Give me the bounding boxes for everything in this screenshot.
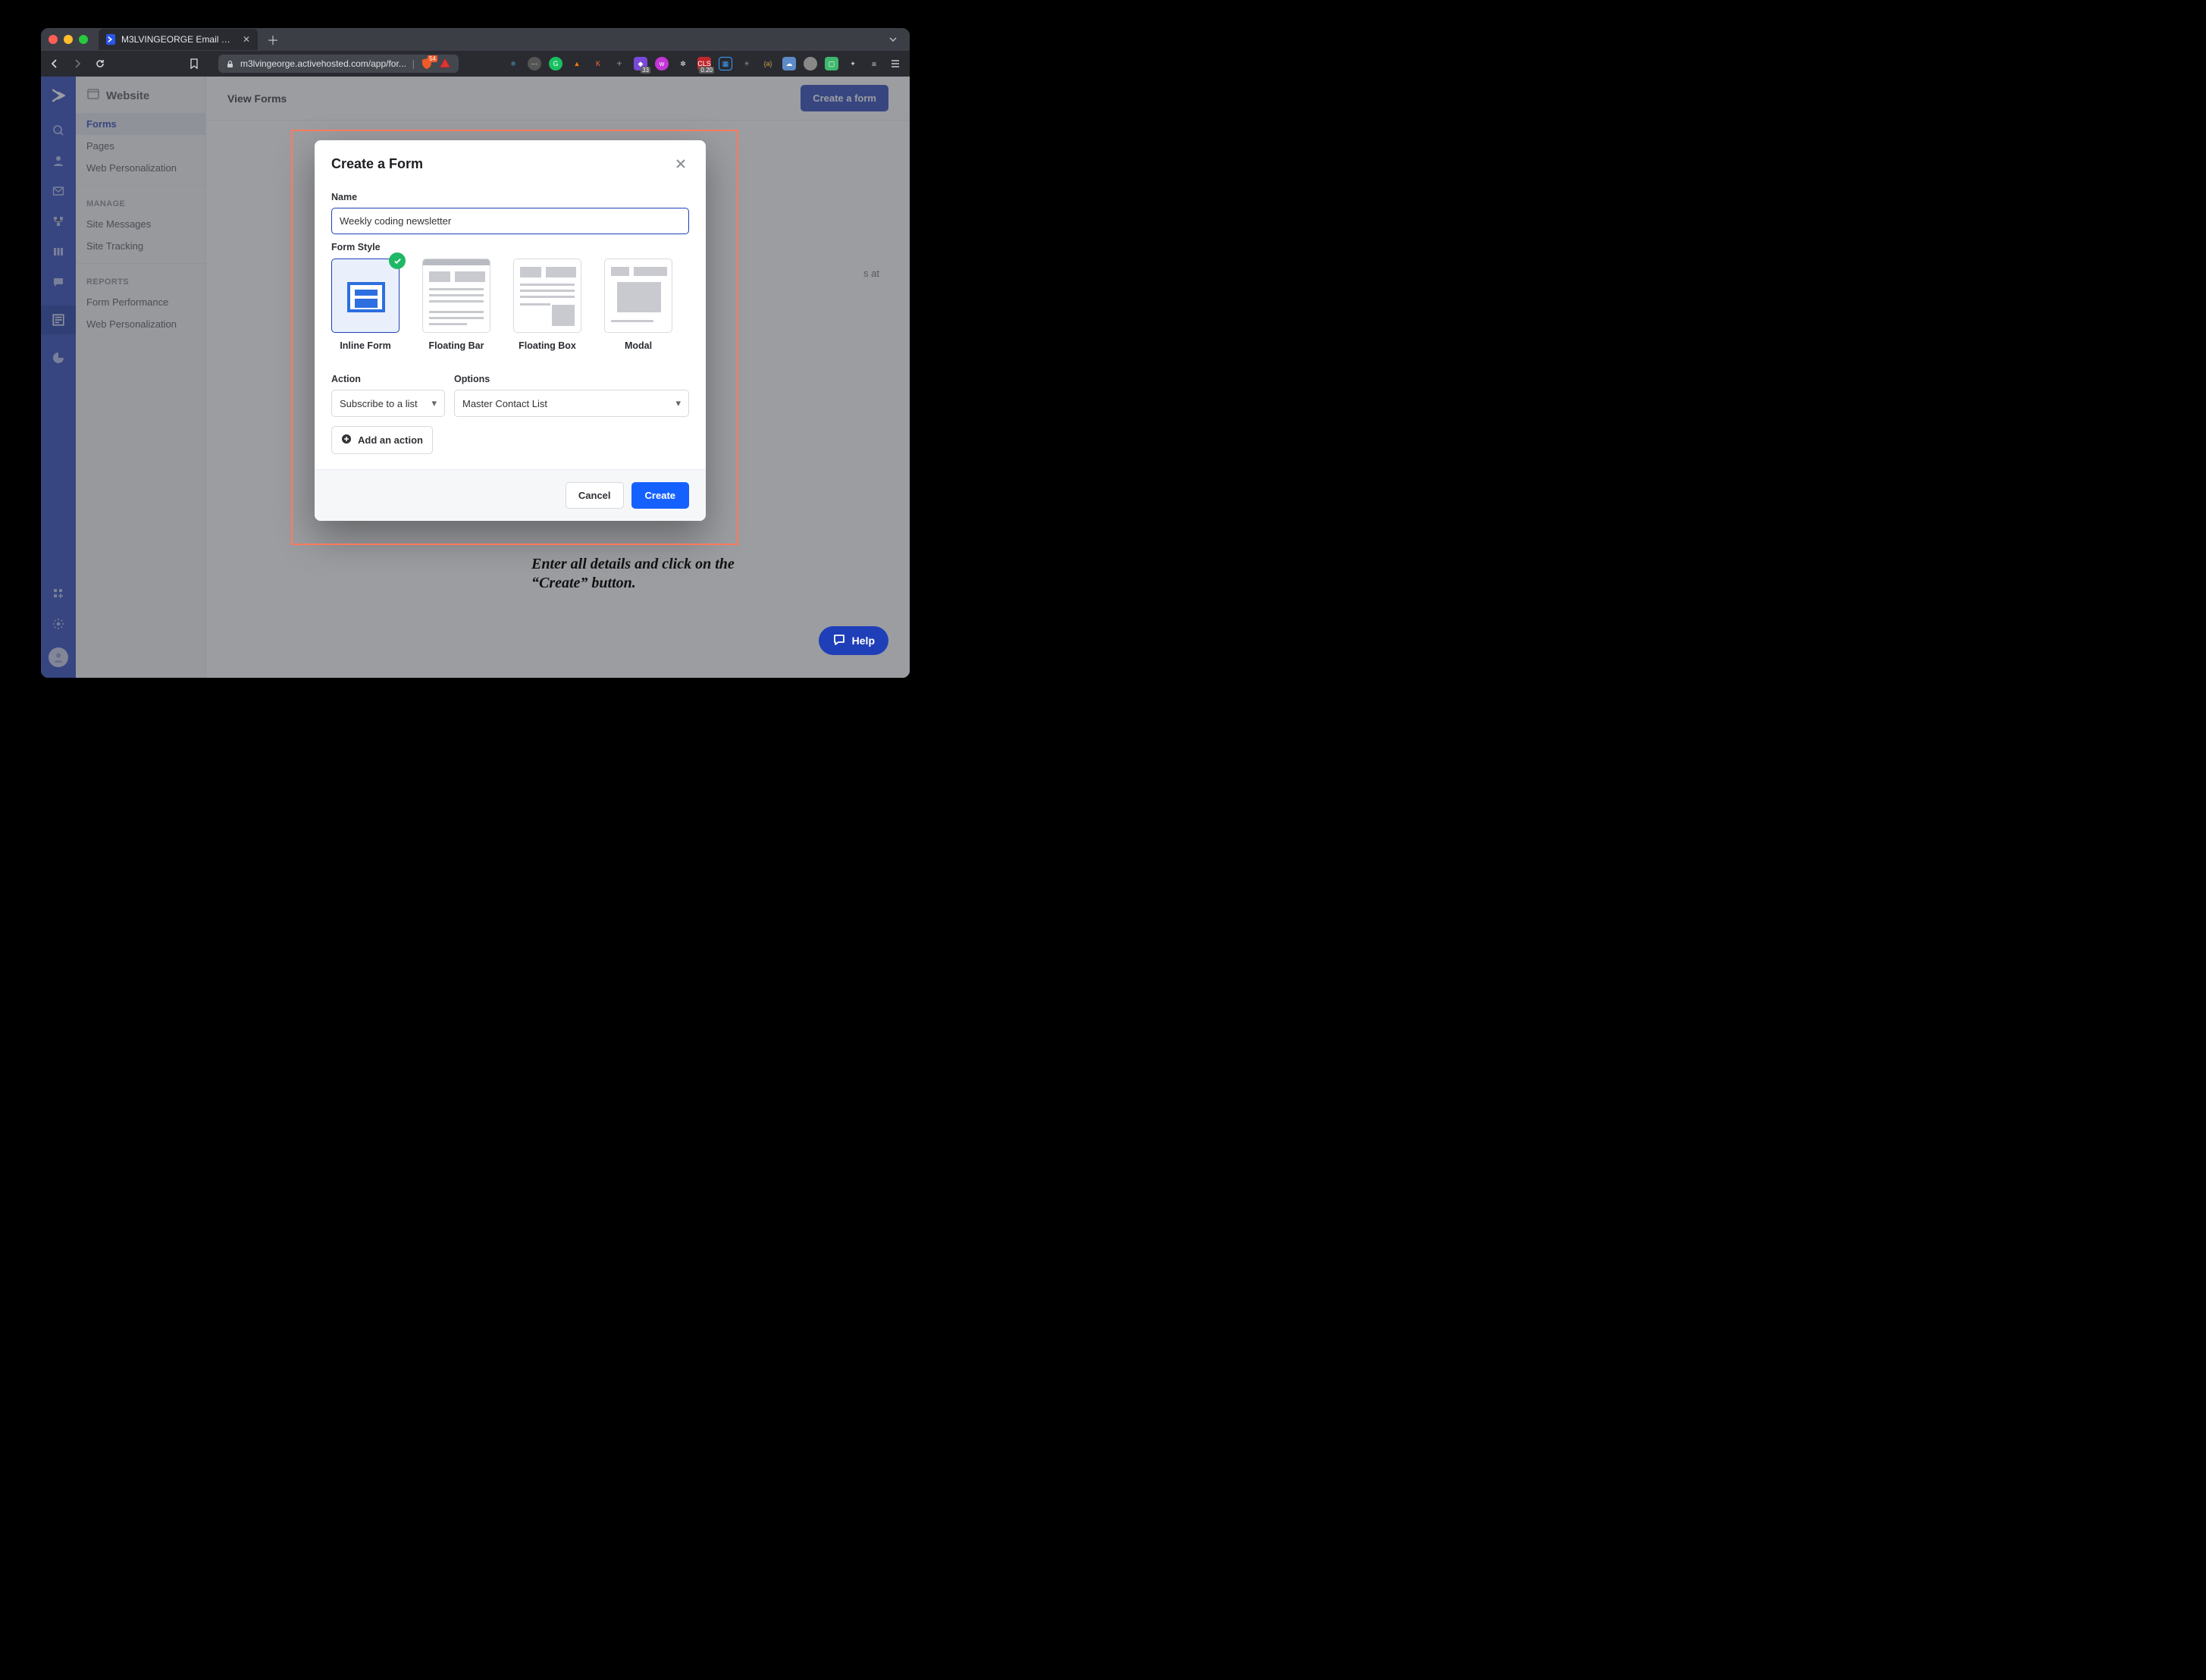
ext-puzzle-icon[interactable]: ✦: [846, 57, 860, 71]
options-label: Options: [454, 374, 689, 384]
form-style-options: Inline Form: [331, 259, 689, 351]
ext-cloud-icon[interactable]: ☁: [782, 57, 796, 71]
tab-close-icon[interactable]: ✕: [243, 35, 250, 44]
browser-tab[interactable]: M3LVINGEORGE Email Marketin ✕: [99, 29, 258, 50]
annotation-caption: Enter all details and click on the “Crea…: [531, 555, 751, 593]
ext-w-icon[interactable]: w: [655, 57, 669, 71]
ext-cls-icon[interactable]: CLS0.20: [697, 57, 711, 71]
page-title: View Forms: [227, 92, 287, 105]
rail-deals-icon[interactable]: [52, 245, 65, 259]
ext-k-icon[interactable]: K: [591, 57, 605, 71]
subnav-item-webperso[interactable]: Web Personalization: [76, 157, 205, 179]
nav-rail: [41, 77, 76, 678]
website-icon: [86, 87, 100, 104]
extensions-row: ⚛ ⋯ G ▲ K ✈ ◆33 w ✽ CLS0.20 ▦ ☀ {a} ☁ ▢ …: [506, 57, 902, 71]
create-form-button[interactable]: Create a form: [801, 85, 888, 111]
rail-apps-icon[interactable]: [52, 587, 65, 600]
ext-grammarly-icon[interactable]: G: [549, 57, 562, 71]
lock-icon: [226, 60, 234, 68]
cancel-button[interactable]: Cancel: [566, 482, 624, 509]
rail-forms-icon[interactable]: [41, 306, 76, 334]
modal-close-button[interactable]: [672, 155, 689, 172]
action-label: Action: [331, 374, 445, 384]
help-button[interactable]: Help: [819, 626, 888, 655]
rail-search-icon[interactable]: [52, 124, 65, 137]
options-dropdown[interactable]: Master Contact List ▾: [454, 390, 689, 417]
name-input[interactable]: [331, 208, 689, 234]
bookmark-icon[interactable]: [188, 58, 200, 70]
titlebar: M3LVINGEORGE Email Marketin ✕ ＋: [41, 28, 910, 51]
subnav-item-sitemsg[interactable]: Site Messages: [76, 213, 205, 235]
window-min-button[interactable]: [64, 35, 73, 44]
ext-send-icon[interactable]: ✈: [613, 57, 626, 71]
nav-back-button[interactable]: [49, 58, 61, 70]
main-toolbar: View Forms Create a form: [206, 77, 910, 121]
tabs-overflow-button[interactable]: [884, 35, 902, 44]
ext-wallet-icon[interactable]: ⧈: [867, 57, 881, 71]
subnav-title: Website: [76, 87, 205, 113]
ext-circle-icon[interactable]: [804, 57, 817, 71]
check-icon: [389, 252, 406, 269]
formstyle-label: Form Style: [331, 242, 689, 252]
ext-grid-icon[interactable]: ▦: [719, 57, 732, 71]
chat-icon: [832, 633, 846, 649]
ext-purple-icon[interactable]: ◆33: [634, 57, 647, 71]
style-inline-form[interactable]: Inline Form: [331, 259, 400, 351]
ext-bug-icon[interactable]: ✽: [676, 57, 690, 71]
subnav-item-pages[interactable]: Pages: [76, 135, 205, 157]
chevron-down-icon: ▾: [431, 397, 437, 409]
rail-automation-icon[interactable]: [52, 215, 65, 228]
browser-toolbar: m3lvingeorge.activehosted.com/app/for...…: [41, 51, 910, 77]
subnav-item-formperf[interactable]: Form Performance: [76, 291, 205, 313]
style-modal[interactable]: Modal: [604, 259, 672, 351]
traffic-lights: [49, 35, 88, 44]
modal-footer: Cancel Create: [315, 469, 706, 521]
nav-reload-button[interactable]: [94, 58, 106, 70]
plus-circle-icon: [341, 434, 352, 447]
rail-reports-icon[interactable]: [52, 351, 65, 365]
tab-title: M3LVINGEORGE Email Marketin: [121, 34, 237, 45]
ext-react-icon[interactable]: ⚛: [506, 57, 520, 71]
style-floating-box[interactable]: Floating Box: [513, 259, 581, 351]
browser-menu-button[interactable]: [888, 57, 902, 71]
subnav-item-forms[interactable]: Forms: [76, 113, 205, 135]
ext-dots-icon[interactable]: ⋯: [528, 57, 541, 71]
subnav-header-reports: REPORTS: [76, 263, 205, 291]
new-tab-button[interactable]: ＋: [264, 30, 282, 49]
browser-window: M3LVINGEORGE Email Marketin ✕ ＋ m3lvinge…: [41, 28, 910, 678]
modal-title: Create a Form: [331, 156, 423, 172]
rail-chat-icon[interactable]: [52, 275, 65, 289]
ext-flame-icon[interactable]: ▲: [570, 57, 584, 71]
rail-avatar[interactable]: [49, 647, 68, 667]
url-text: m3lvingeorge.activehosted.com/app/for...: [240, 58, 406, 69]
subnav-item-webperso2[interactable]: Web Personalization: [76, 313, 205, 335]
create-form-modal: Create a Form Name Form Style Inline For…: [315, 140, 706, 521]
action-dropdown[interactable]: Subscribe to a list ▾: [331, 390, 445, 417]
shield-icon[interactable]: 54: [421, 58, 433, 70]
chevron-down-icon: ▾: [675, 397, 681, 409]
style-floating-bar[interactable]: Floating Bar: [422, 259, 490, 351]
ext-sun-icon[interactable]: ☀: [740, 57, 754, 71]
subnav: Website Forms Pages Web Personalization …: [76, 77, 206, 678]
ext-green-icon[interactable]: ▢: [825, 57, 838, 71]
name-label: Name: [331, 192, 689, 202]
rail-mail-icon[interactable]: [52, 184, 65, 198]
app-logo-icon[interactable]: [50, 87, 67, 104]
window-max-button[interactable]: [79, 35, 88, 44]
add-action-button[interactable]: Add an action: [331, 426, 433, 454]
window-close-button[interactable]: [49, 35, 58, 44]
subnav-item-sitetrack[interactable]: Site Tracking: [76, 235, 205, 257]
create-button[interactable]: Create: [631, 482, 689, 509]
ext-braces-icon[interactable]: {a}: [761, 57, 775, 71]
subnav-header-manage: MANAGE: [76, 185, 205, 213]
nav-forward-button[interactable]: [71, 58, 83, 70]
tab-favicon: [106, 34, 115, 45]
warning-icon[interactable]: [439, 57, 451, 71]
rail-settings-icon[interactable]: [52, 617, 65, 631]
address-bar[interactable]: m3lvingeorge.activehosted.com/app/for...…: [218, 55, 459, 73]
rail-contacts-icon[interactable]: [52, 154, 65, 168]
empty-state-fragment: s at: [863, 268, 879, 279]
